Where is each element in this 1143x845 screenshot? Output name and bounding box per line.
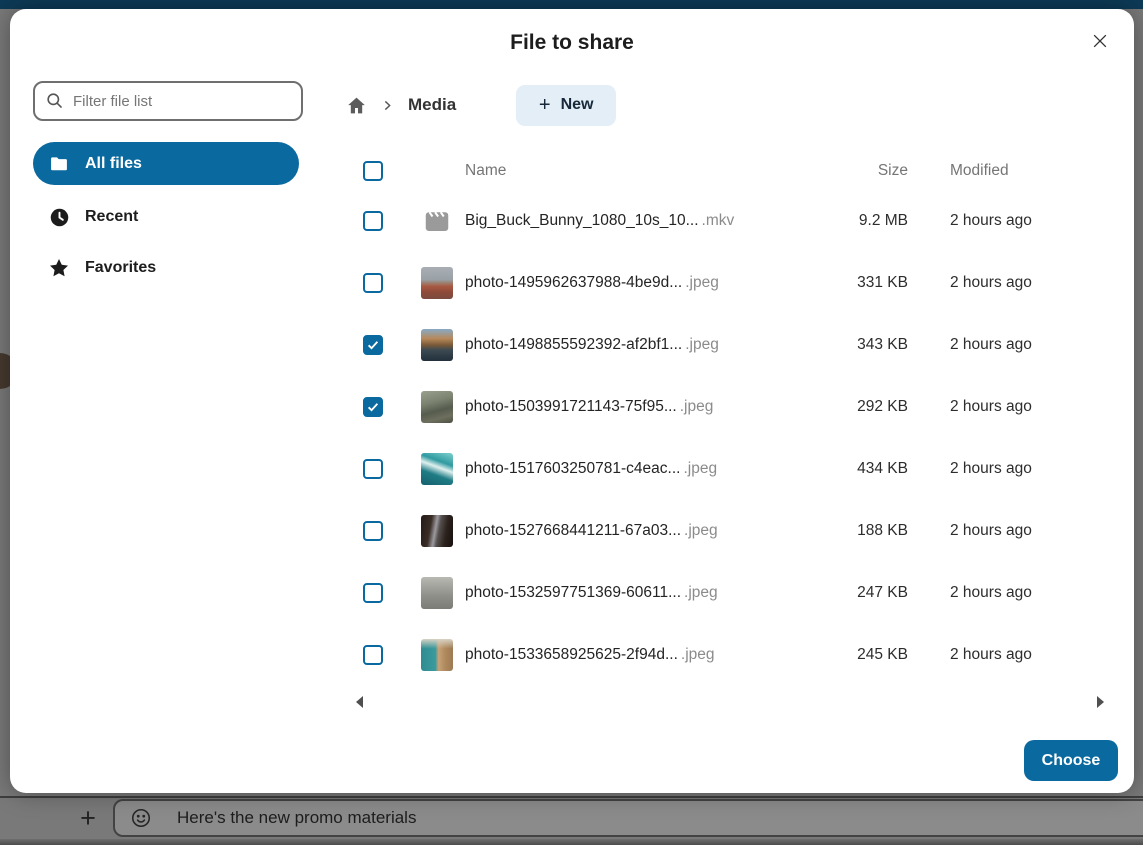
close-icon[interactable] — [1086, 27, 1114, 55]
clock-icon — [48, 207, 70, 228]
chat-area-divider — [0, 796, 1143, 798]
new-button-label: New — [561, 96, 594, 114]
file-extension: .jpeg — [681, 646, 715, 664]
file-size: 434 KB — [810, 460, 908, 478]
scroll-left-icon[interactable] — [356, 696, 363, 708]
file-size: 9.2 MB — [810, 212, 908, 230]
table-row[interactable]: Big_Buck_Bunny_1080_10s_10... .mkv 9.2 M… — [340, 190, 1120, 252]
new-button[interactable]: + New — [516, 85, 616, 126]
filter-input[interactable] — [33, 81, 303, 121]
file-extension: .jpeg — [684, 584, 718, 602]
breadcrumb: Media + New — [340, 83, 1120, 127]
file-size: 188 KB — [810, 522, 908, 540]
table-row[interactable]: photo-1532597751369-60611... .jpeg 247 K… — [340, 562, 1120, 624]
file-name: photo-1517603250781-c4eac... — [465, 460, 680, 478]
sidebar-item-label: Recent — [85, 208, 138, 226]
choose-button[interactable]: Choose — [1024, 740, 1118, 781]
file-name: photo-1533658925625-2f94d... — [465, 646, 678, 664]
plus-icon: + — [539, 94, 551, 117]
file-modified: 2 hours ago — [950, 274, 1120, 292]
file-extension: .jpeg — [684, 522, 718, 540]
dialog-content: Media + New Name Size Modified — [340, 74, 1120, 710]
file-name: photo-1498855592392-af2bf1... — [465, 336, 682, 354]
table-row[interactable]: photo-1527668441211-67a03... .jpeg 188 K… — [340, 500, 1120, 562]
sidebar-item-favorites[interactable]: Favorites — [33, 249, 299, 287]
row-checkbox-unchecked[interactable] — [363, 459, 383, 479]
file-name: Big_Buck_Bunny_1080_10s_10... — [465, 212, 699, 230]
sidebar-item-label: All files — [85, 155, 142, 173]
file-thumbnail — [421, 267, 453, 299]
file-name: photo-1532597751369-60611... — [465, 584, 681, 602]
folder-icon — [48, 154, 70, 174]
file-size: 247 KB — [810, 584, 908, 602]
file-name: photo-1495962637988-4be9d... — [465, 274, 682, 292]
row-checkbox-unchecked[interactable] — [363, 211, 383, 231]
file-modified: 2 hours ago — [950, 336, 1120, 354]
dialog-sidebar: All files Recent — [33, 81, 305, 287]
sidebar-item-recent[interactable]: Recent — [33, 198, 299, 236]
file-name: photo-1503991721143-75f95... — [465, 398, 677, 416]
file-thumbnail — [421, 577, 453, 609]
column-header-modified[interactable]: Modified — [950, 162, 1120, 180]
message-text: Here's the new promo materials — [177, 808, 416, 828]
table-row[interactable]: photo-1533658925625-2f94d... .jpeg 245 K… — [340, 624, 1120, 686]
star-icon — [48, 257, 70, 279]
sidebar-nav: All files Recent — [33, 142, 305, 287]
file-modified: 2 hours ago — [950, 646, 1120, 664]
file-extension: .jpeg — [685, 336, 719, 354]
attach-plus-button: + — [70, 800, 106, 836]
file-thumbnail — [421, 639, 453, 671]
file-size: 343 KB — [810, 336, 908, 354]
file-size: 245 KB — [810, 646, 908, 664]
sidebar-item-all-files[interactable]: All files — [33, 142, 299, 185]
table-row[interactable]: photo-1503991721143-75f95... .jpeg 292 K… — [340, 376, 1120, 438]
row-checkbox-unchecked[interactable] — [363, 645, 383, 665]
row-checkbox-unchecked[interactable] — [363, 273, 383, 293]
file-size: 331 KB — [810, 274, 908, 292]
file-thumbnail — [421, 453, 453, 485]
file-modified: 2 hours ago — [950, 460, 1120, 478]
sidebar-item-label: Favorites — [85, 259, 156, 277]
file-extension: .jpeg — [683, 460, 717, 478]
table-row[interactable]: photo-1498855592392-af2bf1... .jpeg 343 … — [340, 314, 1120, 376]
table-row[interactable]: photo-1495962637988-4be9d... .jpeg 331 K… — [340, 252, 1120, 314]
file-thumbnail — [421, 329, 453, 361]
row-checkbox-checked[interactable] — [363, 335, 383, 355]
row-checkbox-checked[interactable] — [363, 397, 383, 417]
file-modified: 2 hours ago — [950, 584, 1120, 602]
column-header-size[interactable]: Size — [810, 162, 908, 180]
video-file-icon — [421, 205, 453, 237]
scroll-right-icon[interactable] — [1097, 696, 1104, 708]
window-bottom-edge — [0, 839, 1143, 845]
file-table-header: Name Size Modified — [340, 152, 1120, 190]
chevron-right-icon — [381, 99, 394, 112]
table-row[interactable]: photo-1517603250781-c4eac... .jpeg 434 K… — [340, 438, 1120, 500]
search-icon — [45, 91, 64, 115]
row-checkbox-unchecked[interactable] — [363, 521, 383, 541]
dialog-title: File to share — [10, 31, 1134, 55]
file-picker-dialog: File to share — [10, 9, 1134, 793]
file-name: photo-1527668441211-67a03... — [465, 522, 681, 540]
column-header-name[interactable]: Name — [461, 162, 810, 180]
row-checkbox-unchecked[interactable] — [363, 583, 383, 603]
file-modified: 2 hours ago — [950, 398, 1120, 416]
file-extension: .jpeg — [685, 274, 719, 292]
app-topbar — [0, 0, 1143, 9]
home-icon[interactable] — [346, 95, 367, 116]
select-all-checkbox[interactable] — [363, 161, 383, 181]
file-modified: 2 hours ago — [950, 212, 1120, 230]
file-modified: 2 hours ago — [950, 522, 1120, 540]
file-thumbnail — [421, 515, 453, 547]
screen: + Here's the new promo materials File to… — [0, 0, 1143, 845]
breadcrumb-current-folder[interactable]: Media — [408, 95, 456, 115]
horizontal-scrollbar — [340, 692, 1120, 710]
message-input: Here's the new promo materials — [113, 799, 1143, 837]
smiley-icon — [130, 807, 152, 829]
file-size: 292 KB — [810, 398, 908, 416]
file-thumbnail — [421, 391, 453, 423]
file-table: Name Size Modified Big_Buck_Bunny_1080_1… — [340, 152, 1120, 710]
file-extension: .jpeg — [680, 398, 714, 416]
file-table-body: Big_Buck_Bunny_1080_10s_10... .mkv 9.2 M… — [340, 190, 1120, 686]
file-extension: .mkv — [702, 212, 735, 230]
